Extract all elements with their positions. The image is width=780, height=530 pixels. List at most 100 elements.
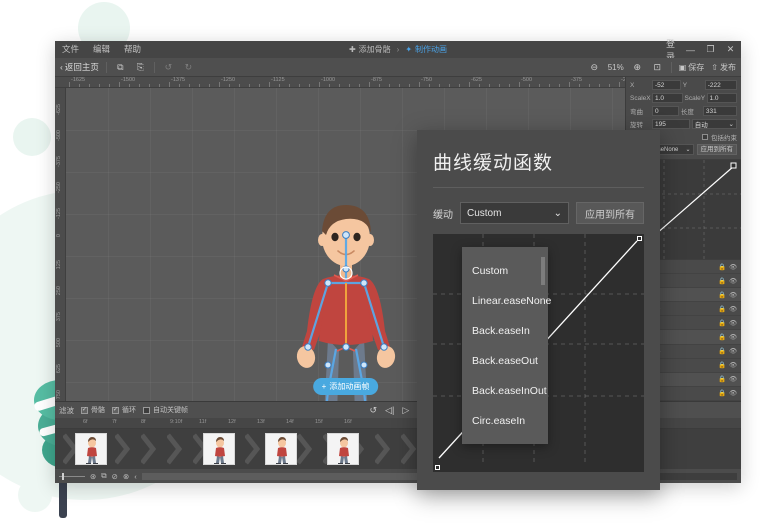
ruler-tick-label: -375 [571, 77, 582, 83]
checkbox-autokey-box [143, 407, 150, 414]
property-input-x[interactable]: -52 [652, 80, 681, 90]
timeline-zoom-knob[interactable] [62, 473, 64, 480]
eye-icon[interactable]: 👁 [729, 333, 737, 341]
clear-frame-icon[interactable]: ⊗ [123, 472, 129, 481]
property-input-y[interactable]: -222 [705, 80, 737, 90]
lock-icon[interactable]: 🔒 [718, 305, 726, 313]
eye-icon[interactable]: 👁 [729, 319, 737, 327]
curve-handle-end[interactable] [637, 236, 642, 241]
curve-handle-start[interactable] [435, 465, 440, 470]
timeline-frame-thumbnail[interactable] [203, 433, 235, 465]
eye-icon[interactable]: 👁 [729, 361, 737, 369]
property-label-scalex: ScaleX [630, 95, 650, 102]
timeline-tick-label: 7f [112, 419, 117, 425]
save-button[interactable]: ▣ 保存 [679, 62, 705, 73]
property-input-bend[interactable]: 0 [652, 106, 679, 116]
copy-icon[interactable]: ⧉ [114, 61, 127, 74]
character-figure[interactable] [290, 191, 402, 401]
ruler-tick [399, 84, 400, 87]
ruler-tick-label: -1500 [121, 77, 135, 83]
maximize-button[interactable]: ❐ [705, 44, 716, 55]
timeline-zoom-slider[interactable] [59, 476, 85, 477]
fit-screen-icon[interactable]: ⊡ [651, 61, 664, 74]
ruler-tick-label: 375 [56, 312, 62, 321]
zoom-in-icon[interactable]: ⊕ [631, 61, 644, 74]
copy-frame-icon[interactable]: ⧉ [101, 471, 106, 481]
checkbox-bones-box: ✓ [81, 407, 88, 414]
add-animation-frame-label: 添加动画帧 [329, 381, 369, 392]
stage-grid-line [150, 88, 151, 401]
timeline-frame-thumbnail[interactable] [327, 433, 359, 465]
breadcrumb-make-animation[interactable]: ✦ 制作动画 [405, 44, 447, 55]
lock-icon[interactable]: 🔒 [718, 277, 726, 285]
dropdown-option[interactable]: Circ.easeIn [462, 406, 548, 436]
chevron-left-icon[interactable]: ‹ [134, 472, 137, 481]
eye-icon[interactable]: 👁 [729, 277, 737, 285]
add-animation-frame-button[interactable]: + 添加动画帧 [313, 378, 379, 395]
ruler-tick [229, 84, 230, 87]
redo-icon[interactable]: ↻ [182, 61, 195, 74]
dropdown-option[interactable]: Back.easeOut [462, 346, 548, 376]
prev-frame-icon[interactable]: ◁| [385, 405, 394, 416]
dropdown-option[interactable]: Back.easeInOut [462, 376, 548, 406]
property-input-scalex[interactable]: 1.0 [652, 93, 683, 103]
ease-dropdown-list[interactable]: CustomLinear.easeNoneBack.easeInBack.eas… [462, 247, 548, 444]
minimize-button[interactable]: — [685, 45, 696, 55]
replay-icon[interactable]: ↺ [370, 405, 378, 416]
zoom-level[interactable]: 51% [608, 63, 624, 72]
panel-apply-all-button[interactable]: 应用到所有 [697, 144, 738, 155]
lock-icon[interactable]: 🔒 [718, 347, 726, 355]
paste-icon[interactable]: ⎘ [134, 61, 147, 74]
timeline-scrollbar-thumb[interactable] [142, 473, 440, 480]
dropdown-option[interactable]: Back.easeIn [462, 316, 548, 346]
character-svg [290, 191, 402, 401]
lock-icon[interactable]: 🔒 [718, 319, 726, 327]
property-input-scaley[interactable]: 1.0 [707, 93, 738, 103]
eye-icon[interactable]: 👁 [729, 305, 737, 313]
dropdown-option[interactable]: Linear.easeNone [462, 286, 548, 316]
chevron-left-icon: ‹ [60, 62, 63, 72]
lock-icon[interactable]: 🔒 [718, 263, 726, 271]
horizontal-ruler[interactable]: -1625-1500-1375-1250-1125-1000-875-750-6… [55, 77, 625, 88]
timeline-checkbox-loop[interactable]: ✓ 循环 [112, 405, 136, 415]
timeline-checkbox-bones[interactable]: ✓ 骨骼 [81, 405, 105, 415]
eye-icon[interactable]: 👁 [729, 347, 737, 355]
back-home-button[interactable]: ‹ 返回主页 [60, 61, 99, 73]
ruler-tick [439, 84, 440, 87]
zoom-out-icon[interactable]: ⊖ [588, 61, 601, 74]
dialog-ease-select[interactable]: Custom ⌄ [460, 202, 569, 224]
lock-icon[interactable]: 🔒 [718, 389, 726, 397]
lock-icon[interactable]: 🔒 [718, 375, 726, 383]
add-keyframe-icon[interactable]: ⊛ [90, 472, 96, 481]
eye-icon[interactable]: 👁 [729, 389, 737, 397]
eye-icon[interactable]: 👁 [729, 291, 737, 299]
property-select-mode[interactable]: 自动 ⌄ [692, 119, 737, 129]
undo-icon[interactable]: ↺ [162, 61, 175, 74]
eye-icon[interactable]: 👁 [729, 263, 737, 271]
ruler-tick [619, 82, 620, 87]
timeline-checkbox-autokey[interactable]: 自动关键帧 [143, 405, 188, 415]
delete-frame-icon[interactable]: ⊘ [112, 472, 118, 481]
dialog-apply-all-button[interactable]: 应用到所有 [576, 202, 644, 224]
property-row: 旋转 195 自动 ⌄ [630, 119, 737, 129]
timeline-frame-thumbnail[interactable] [265, 433, 297, 465]
lock-icon[interactable]: 🔒 [718, 291, 726, 299]
timeline-frame-thumbnail[interactable] [75, 433, 107, 465]
export-button[interactable]: ⇧ 发布 [711, 62, 736, 73]
lock-icon[interactable]: 🔒 [718, 361, 726, 369]
eye-icon[interactable]: 👁 [729, 375, 737, 383]
lock-icon[interactable]: 🔒 [718, 333, 726, 341]
close-button[interactable]: ✕ [725, 44, 736, 55]
ruler-tick [499, 84, 500, 87]
constraint-checkbox[interactable] [702, 134, 708, 140]
vertical-ruler[interactable]: -625-500-375-250-1250125250375500625750 [55, 88, 66, 401]
breadcrumb-add-bones[interactable]: ✚ 添加骨骼 [349, 44, 391, 55]
dropdown-scrollbar[interactable] [541, 257, 545, 285]
dropdown-option[interactable]: Custom [462, 256, 548, 286]
decorative-circle-left [13, 118, 51, 156]
play-icon[interactable]: ▷ [402, 405, 409, 416]
property-input-length[interactable]: 331 [703, 106, 737, 116]
ruler-tick [589, 84, 590, 87]
stage-grid-line [108, 88, 109, 401]
property-input-rotation[interactable]: 195 [652, 119, 690, 129]
